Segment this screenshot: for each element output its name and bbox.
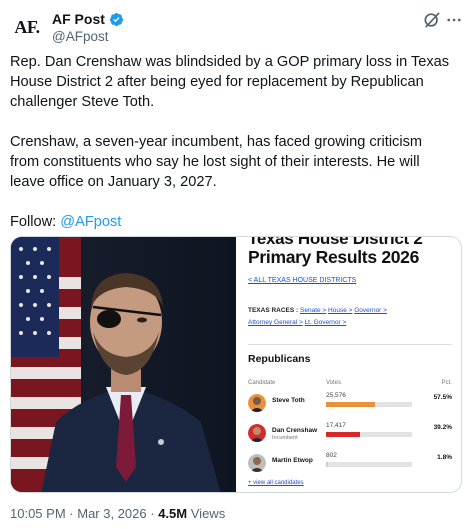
candidate-photo [248, 394, 266, 412]
views-count: 4.5M [158, 506, 188, 521]
vote-bar-fill [326, 402, 376, 407]
candidate-votes: 802 [326, 452, 337, 459]
avatar-logo: AF. [14, 16, 40, 37]
more-dots-icon [447, 18, 461, 22]
tweet-date[interactable]: Mar 3, 2026 [77, 506, 146, 521]
result-row: Dan Crenshaw Incumbent 17,417 39.2% [248, 420, 452, 446]
tweet-paragraph-1: Rep. Dan Crenshaw was blindsided by a GO… [10, 54, 450, 110]
vote-bar-track [326, 432, 412, 437]
display-name[interactable]: AF Post [52, 11, 105, 27]
races-label: TEXAS RACES : [248, 307, 299, 314]
race-link-governor[interactable]: Governor > [354, 307, 387, 314]
grok-icon[interactable] [422, 10, 442, 30]
race-link-house[interactable]: House > [328, 307, 352, 314]
all-districts-link[interactable]: < ALL TEXAS HOUSE DISTRICTS [248, 277, 356, 284]
party-heading: Republicans [248, 353, 311, 365]
result-row: Steve Toth 25,576 57.5% [248, 390, 452, 416]
divider [248, 344, 452, 345]
tweet-paragraph-2: Crenshaw, a seven-year incumbent, has fa… [10, 134, 423, 190]
vote-bar-track [326, 462, 412, 467]
col-votes: Votes [326, 380, 342, 386]
results-graphic[interactable]: Texas House District 2 Primary Results 2… [236, 237, 461, 492]
col-candidate: Candidate [248, 380, 276, 386]
graphic-title: Primary Results 2026 [248, 247, 420, 267]
tweet-time[interactable]: 10:05 PM [10, 506, 66, 521]
candidate-pct: 57.5% [433, 394, 452, 401]
texas-races-nav: TEXAS RACES : Senate > House > Governor … [248, 305, 453, 329]
race-link-senate[interactable]: Senate > [300, 307, 326, 314]
more-icon[interactable] [444, 10, 464, 30]
portrait-illustration [11, 237, 236, 492]
race-link-attorney-general[interactable]: Attorney General > [248, 319, 303, 326]
follow-mention-link[interactable]: @AFpost [60, 214, 121, 230]
candidate-votes: 17,417 [326, 422, 346, 429]
candidate-pct: 1.8% [437, 454, 452, 461]
candidate-name: Steve Toth [272, 397, 305, 404]
candidate-name: Dan Crenshaw [272, 427, 318, 434]
race-link-lt-governor[interactable]: Lt. Governor > [305, 319, 347, 326]
vote-bar-fill [326, 462, 328, 467]
candidate-incumbent-label: Incumbent [272, 435, 298, 441]
author-names: AF Post @AFpost [52, 10, 124, 44]
views-label: Views [190, 506, 226, 521]
meta-separator: · [69, 506, 74, 521]
candidate-votes: 25,576 [326, 392, 346, 399]
follow-label: Follow: [10, 214, 57, 230]
candidate-photo [248, 424, 266, 442]
meta-separator: · [150, 506, 155, 521]
vote-bar-track [326, 402, 412, 407]
follow-line: Follow: @AFpost [10, 212, 450, 232]
tweet-text: Rep. Dan Crenshaw was blindsided by a GO… [10, 52, 450, 232]
photo-crenshaw[interactable] [11, 237, 236, 492]
tweet-header: AF. AF Post @AFpost [10, 8, 464, 44]
vote-bar-fill [326, 432, 360, 437]
candidate-pct: 39.2% [433, 424, 452, 431]
col-pct: Pct. [441, 380, 452, 386]
tweet-meta: 10:05 PM · Mar 3, 2026 · 4.5M Views [10, 506, 225, 521]
avatar[interactable]: AF. [10, 10, 44, 44]
display-name-row: AF Post [52, 10, 124, 28]
tweet-media[interactable]: Texas House District 2 Primary Results 2… [10, 236, 462, 493]
author-handle[interactable]: @AFpost [52, 29, 124, 44]
candidate-photo [248, 454, 266, 472]
view-all-candidates-link[interactable]: + view all candidates [248, 480, 304, 486]
result-row: Martin Etwop 802 1.8% [248, 450, 452, 476]
candidate-name: Martin Etwop [272, 457, 313, 464]
verified-badge-icon [109, 12, 123, 26]
